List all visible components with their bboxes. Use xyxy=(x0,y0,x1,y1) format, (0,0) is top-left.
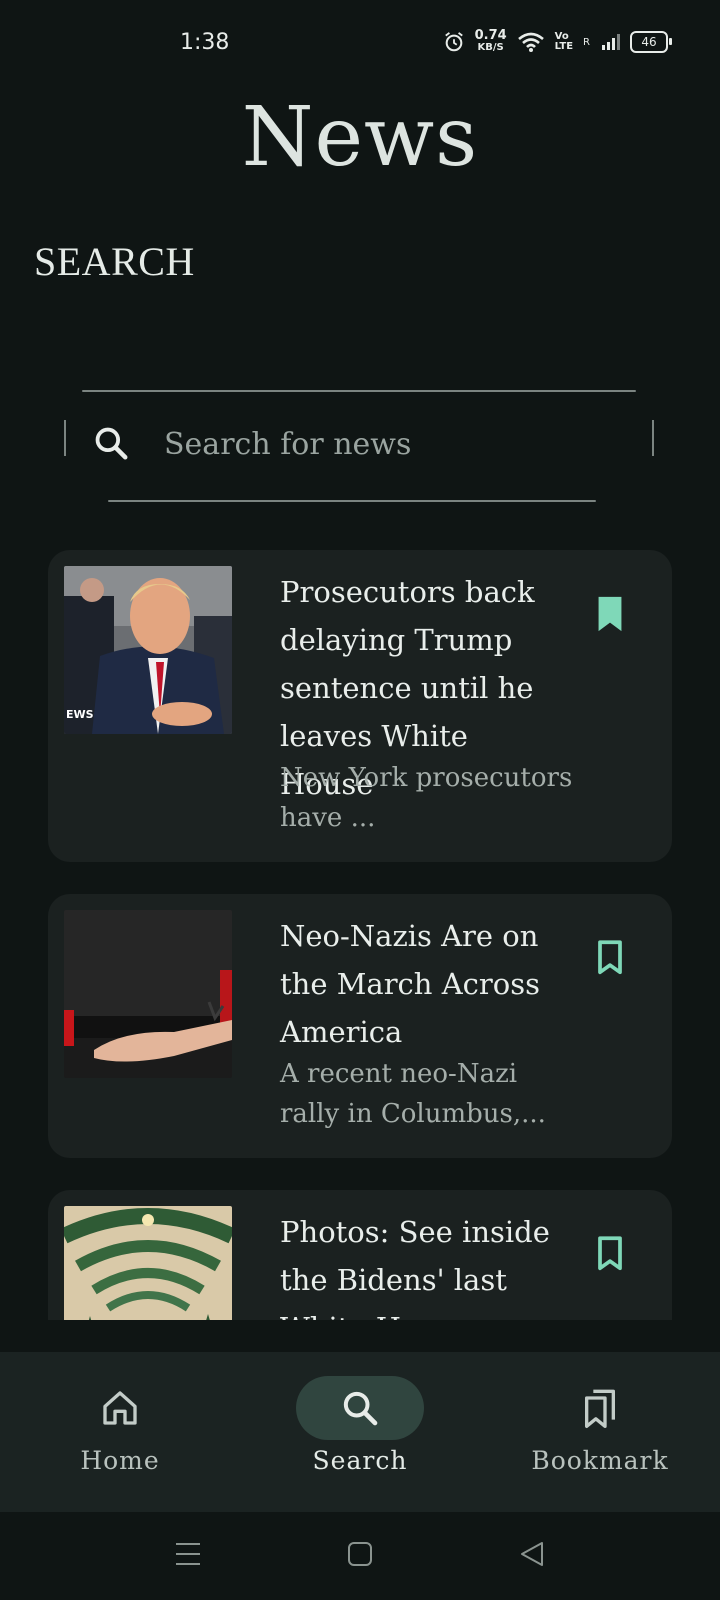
search-box-border-bottom xyxy=(108,500,596,502)
news-card[interactable]: Photos: See inside the Bidens' last Whit… xyxy=(48,1190,672,1320)
thumbnail-caption: EWS xyxy=(66,708,94,721)
network-speed-value: 0.74 xyxy=(474,28,507,43)
search-box-border-left xyxy=(64,420,66,456)
nav-home-label: Home xyxy=(80,1446,160,1475)
bookmark-outline-icon[interactable] xyxy=(592,1234,628,1274)
home-icon xyxy=(103,1391,137,1425)
section-heading: SEARCH xyxy=(34,239,195,284)
news-thumbnail xyxy=(64,1206,232,1320)
home-square-icon[interactable] xyxy=(346,1540,374,1568)
status-time: 1:38 xyxy=(180,30,230,55)
volte-bottom: LTE xyxy=(554,41,574,52)
news-thumbnail xyxy=(64,910,232,1078)
news-title[interactable]: Neo-Nazis Are on the March Across Americ… xyxy=(280,912,570,1056)
bookmark-outline-icon[interactable] xyxy=(592,938,628,978)
news-description: New York prosecutors have ... xyxy=(280,763,573,833)
news-title[interactable]: Photos: See inside the Bidens' last Whit… xyxy=(280,1208,570,1320)
wifi-icon xyxy=(517,32,544,52)
nav-home[interactable]: Home xyxy=(0,1352,240,1512)
search-icon xyxy=(343,1391,378,1426)
news-thumbnail: EWS xyxy=(64,566,232,734)
search-input[interactable] xyxy=(162,418,626,470)
status-bar: 1:38 0.74 KB/S Vo LTE R 46 xyxy=(0,0,720,92)
news-card[interactable]: EWS Prosecutors back delaying Trump sent… xyxy=(48,550,672,862)
nav-bookmark[interactable]: Bookmark xyxy=(480,1352,720,1512)
network-speed: 0.74 KB/S xyxy=(474,28,507,54)
network-speed-unit: KB/S xyxy=(477,42,504,53)
battery-level: 46 xyxy=(641,35,657,49)
search-box-border-right xyxy=(652,420,654,456)
signal-icon xyxy=(602,34,620,50)
bookmarks-icon xyxy=(585,1389,615,1428)
app-title: News xyxy=(241,90,479,185)
search-box-border-top xyxy=(82,390,636,392)
nav-home-icon-wrap xyxy=(56,1376,184,1440)
bottom-navigation: Home Search Bookmark xyxy=(0,1352,720,1512)
alarm-icon xyxy=(444,32,463,52)
news-card[interactable]: Neo-Nazis Are on the March Across Americ… xyxy=(48,894,672,1158)
roaming-indicator: R xyxy=(583,36,590,48)
news-list[interactable]: EWS Prosecutors back delaying Trump sent… xyxy=(48,550,672,1320)
nav-search[interactable]: Search xyxy=(240,1352,480,1512)
nav-bookmark-icon-wrap xyxy=(536,1376,664,1440)
menu-icon[interactable] xyxy=(174,1540,202,1568)
system-navigation-bar xyxy=(0,1512,720,1600)
nav-bookmark-label: Bookmark xyxy=(531,1446,669,1475)
battery-icon: 46 xyxy=(630,31,672,53)
news-description: A recent neo-Nazi rally in Columbus,... xyxy=(280,1059,546,1129)
bookmark-filled-icon[interactable] xyxy=(592,594,628,634)
status-icons: 0.74 KB/S Vo LTE R 46 xyxy=(443,28,672,54)
volte-indicator: Vo LTE xyxy=(555,32,573,52)
search-icon xyxy=(95,427,128,460)
nav-search-icon-wrap xyxy=(296,1376,424,1440)
nav-search-label: Search xyxy=(312,1446,408,1475)
search-box[interactable] xyxy=(64,390,654,502)
back-triangle-icon[interactable] xyxy=(518,1540,546,1568)
